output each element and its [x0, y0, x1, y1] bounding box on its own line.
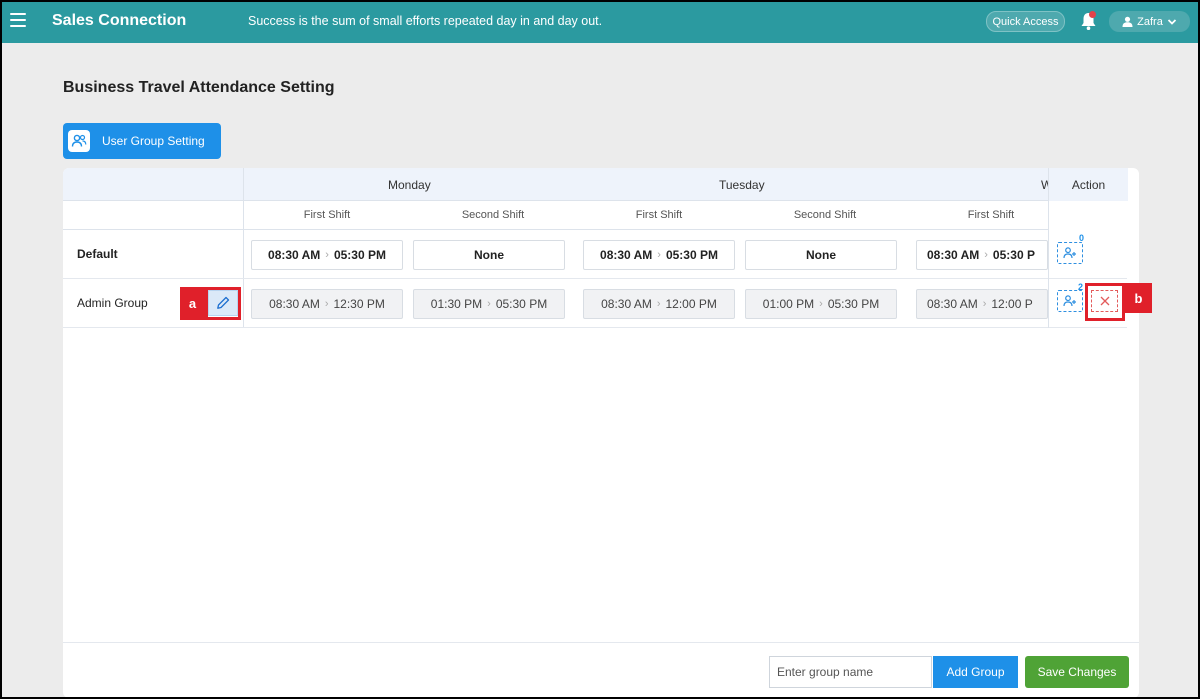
shift-start: 08:30 AM [927, 248, 980, 262]
shift-start: 08:30 AM [269, 297, 320, 311]
callout-label-a: a [180, 287, 205, 320]
callout-label-b: b [1125, 283, 1152, 313]
quick-access-button[interactable]: Quick Access [986, 11, 1065, 32]
arrow-right-icon: › [984, 249, 988, 261]
day-header-row: Monday Tuesday W [63, 168, 1127, 201]
shift-end: 05:30 PM [495, 297, 548, 311]
shift-start: 08:30 AM [268, 248, 321, 262]
chevron-down-icon [1167, 18, 1176, 25]
shift-start: 01:00 PM [762, 297, 815, 311]
shift-time-field[interactable]: None [413, 240, 565, 270]
shift-header: First Shift [967, 209, 1015, 221]
shift-end: 05:30 PM [665, 248, 718, 262]
shift-time-field[interactable]: 08:30 AM › 12:00 P [916, 289, 1048, 319]
shift-end: 12:00 P [991, 297, 1033, 311]
shift-end: 12:30 PM [333, 297, 385, 311]
user-group-setting-label: User Group Setting [102, 134, 205, 148]
assign-users-button[interactable] [1057, 290, 1083, 312]
attendance-table-card: Monday Tuesday W First Shift Second Shif… [63, 168, 1139, 698]
shift-end: 12:00 PM [665, 297, 717, 311]
shift-none: None [474, 248, 504, 262]
arrow-right-icon: › [819, 298, 823, 310]
shift-start: 01:30 PM [430, 297, 483, 311]
arrow-right-icon: › [982, 298, 987, 310]
shift-header: First Shift [635, 209, 683, 221]
user-icon [1122, 16, 1133, 27]
shift-header: Second Shift [793, 209, 857, 221]
arrow-right-icon: › [325, 249, 329, 261]
user-group-icon [68, 130, 90, 152]
group-name: Admin Group [77, 296, 148, 310]
add-user-icon [1063, 247, 1076, 259]
user-menu[interactable]: Zafra [1109, 11, 1190, 32]
save-changes-button[interactable]: Save Changes [1025, 656, 1129, 688]
shift-start: 08:30 AM [927, 297, 978, 311]
highlight-delete-button [1085, 283, 1125, 321]
shift-time-field[interactable]: 01:00 PM › 05:30 PM [745, 289, 897, 319]
arrow-right-icon: › [656, 298, 661, 310]
shift-time-field[interactable]: 08:30 AM › 12:00 PM [583, 289, 735, 319]
bell-icon[interactable] [1080, 11, 1097, 31]
menu-icon[interactable] [10, 13, 26, 27]
add-user-icon [1063, 295, 1076, 307]
group-name-input[interactable] [769, 656, 932, 688]
arrow-right-icon: › [324, 298, 329, 310]
shift-header-row: First Shift Second Shift First Shift Sec… [63, 201, 1127, 230]
shift-end: 05:30 PM [333, 248, 386, 262]
day-header-monday: Monday [388, 178, 431, 192]
group-name: Default [77, 247, 118, 261]
notification-dot [1089, 11, 1096, 18]
user-group-setting-button[interactable]: User Group Setting [63, 123, 221, 159]
shift-end: 05:30 P [992, 248, 1035, 262]
shift-time-field[interactable]: None [745, 240, 897, 270]
user-name: Zafra [1137, 15, 1163, 28]
arrow-right-icon: › [487, 298, 491, 310]
shift-time-field[interactable]: 08:30 AM › 05:30 PM [583, 240, 735, 270]
shift-time-field[interactable]: 08:30 AM › 05:30 P [916, 240, 1048, 270]
table-row-default: Default 08:30 AM › 05:30 PM None 08:30 AM ›… [63, 230, 1127, 279]
action-header-spacer [1048, 201, 1128, 230]
tagline: Success is the sum of small efforts repe… [248, 14, 603, 28]
shift-time-field[interactable]: 01:30 PM › 05:30 PM [413, 289, 565, 319]
shift-none: None [806, 248, 836, 262]
arrow-right-icon: › [657, 249, 661, 261]
shift-start: 08:30 AM [600, 248, 653, 262]
top-bar: Sales Connection Success is the sum of s… [0, 0, 1200, 43]
shift-start: 08:30 AM [601, 297, 652, 311]
shift-header: First Shift [303, 209, 351, 221]
app-title[interactable]: Sales Connection [52, 12, 186, 30]
action-header: Action [1048, 168, 1128, 201]
assign-users-button[interactable] [1057, 242, 1083, 264]
shift-time-field[interactable]: 08:30 AM › 12:30 PM [251, 289, 403, 319]
user-count-badge: 0 [1079, 233, 1085, 243]
page-title: Business Travel Attendance Setting [63, 79, 335, 96]
add-group-button[interactable]: Add Group [933, 656, 1018, 688]
highlight-edit-button [205, 287, 241, 320]
shift-time-field[interactable]: 08:30 AM › 05:30 PM [251, 240, 403, 270]
shift-end: 05:30 PM [827, 297, 880, 311]
day-header-tuesday: Tuesday [719, 178, 765, 192]
footer-divider [63, 642, 1139, 643]
user-count-badge: 2 [1078, 282, 1084, 292]
shift-header: Second Shift [461, 209, 525, 221]
